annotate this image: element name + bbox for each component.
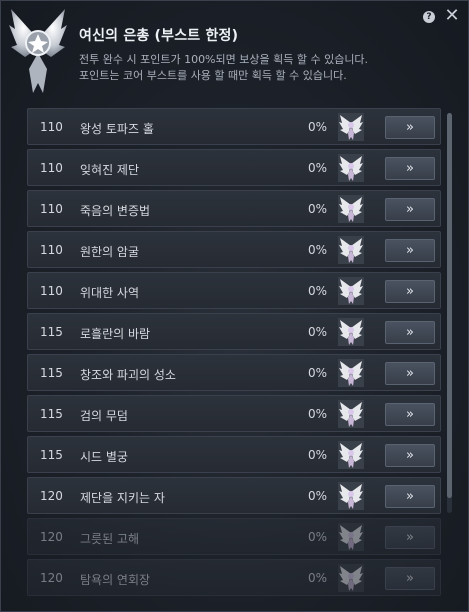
angel-wings-reward-icon: [338, 523, 364, 551]
dungeon-name: 검의 무덤: [80, 409, 128, 423]
dungeon-name: 죽음의 변증법: [80, 204, 151, 218]
angel-wings-reward-icon: [338, 400, 364, 428]
description-line-1: 전투 완수 시 포인트가 100%되면 보상을 획득 할 수 있습니다.: [79, 53, 369, 66]
angel-wings-reward-icon: [338, 154, 364, 182]
dungeon-row: 120 제단을 지키는 자 0% »: [27, 477, 441, 514]
dungeon-name: 제단을 지키는 자: [80, 491, 165, 505]
dungeon-row: 110 왕성 토파즈 홀 0% »: [27, 108, 441, 145]
go-button[interactable]: »: [385, 239, 435, 262]
progress-percent: 0%: [308, 489, 328, 503]
dungeon-row: 110 원한의 암굴 0% »: [27, 231, 441, 268]
close-icon[interactable]: ✕: [442, 6, 462, 26]
progress-percent: 0%: [308, 202, 328, 216]
progress-percent: 0%: [308, 120, 328, 134]
dungeon-level: 115: [40, 325, 63, 339]
angel-wings-reward-icon: [338, 277, 364, 305]
angel-wings-reward-icon: [338, 359, 364, 387]
dungeon-level: 120: [40, 489, 63, 503]
dungeon-level: 110: [40, 161, 63, 175]
angel-wings-reward-icon: [338, 564, 364, 592]
dungeon-name: 그릇된 고해: [80, 532, 140, 546]
dungeon-row: 110 죽음의 변증법 0% »: [27, 190, 441, 227]
window-header: 여신의 은총 (부스트 한정) 전투 완수 시 포인트가 100%되면 보상을 …: [1, 1, 468, 101]
dungeon-row: 115 시드 별궁 0% »: [27, 436, 441, 473]
window-title: 여신의 은총 (부스트 한정): [79, 28, 239, 44]
progress-percent: 0%: [308, 161, 328, 175]
dungeon-level: 115: [40, 407, 63, 421]
go-button[interactable]: »: [385, 362, 435, 385]
dungeon-row: 115 창조와 파괴의 성소 0% »: [27, 354, 441, 391]
dungeon-level: 120: [40, 530, 63, 544]
dungeon-row: 115 검의 무덤 0% »: [27, 395, 441, 432]
window-description: 전투 완수 시 포인트가 100%되면 보상을 획득 할 수 있습니다. 포인트…: [79, 52, 368, 84]
dungeon-row: 120 탐욕의 연회장 0% »: [27, 559, 441, 596]
dungeon-level: 110: [40, 284, 63, 298]
dungeon-row: 110 위대한 사역 0% »: [27, 272, 441, 309]
dungeon-level: 110: [40, 243, 63, 257]
dungeon-row: 110 잊혀진 제단 0% »: [27, 149, 441, 186]
goddess-grace-window: 여신의 은총 (부스트 한정) 전투 완수 시 포인트가 100%되면 보상을 …: [0, 0, 469, 612]
dungeon-name: 탐욕의 연회장: [80, 573, 151, 587]
angel-wings-reward-icon: [338, 195, 364, 223]
dungeon-row: 115 로흘란의 바람 0% »: [27, 313, 441, 350]
angel-wings-reward-icon: [338, 113, 364, 141]
scrollbar-thumb[interactable]: [447, 113, 452, 498]
dungeon-name: 창조와 파괴의 성소: [80, 368, 176, 382]
go-button: »: [385, 526, 435, 549]
go-button[interactable]: »: [385, 280, 435, 303]
dungeon-level: 115: [40, 366, 63, 380]
dungeon-list: 110 왕성 토파즈 홀 0% » 110 잊혀진 제단 0% » 110 죽음…: [27, 108, 442, 611]
dungeon-level: 120: [40, 571, 63, 585]
go-button: »: [385, 567, 435, 590]
dungeon-name: 로흘란의 바람: [80, 327, 151, 341]
angel-wings-reward-icon: [338, 441, 364, 469]
angel-wings-reward-icon: [338, 236, 364, 264]
angel-wings-reward-icon: [338, 482, 364, 510]
dungeon-level: 115: [40, 448, 63, 462]
dungeon-name: 시드 별궁: [80, 450, 128, 464]
description-line-2: 포인트는 코어 부스트를 사용 할 때만 획득 할 수 있습니다.: [79, 69, 347, 82]
help-icon[interactable]: ?: [423, 11, 435, 23]
go-button[interactable]: »: [385, 444, 435, 467]
dungeon-level: 110: [40, 202, 63, 216]
go-button[interactable]: »: [385, 116, 435, 139]
go-button[interactable]: »: [385, 157, 435, 180]
progress-percent: 0%: [308, 243, 328, 257]
dungeon-name: 왕성 토파즈 홀: [80, 122, 154, 136]
go-button[interactable]: »: [385, 198, 435, 221]
progress-percent: 0%: [308, 571, 328, 585]
dungeon-name: 잊혀진 제단: [80, 163, 140, 177]
progress-percent: 0%: [308, 284, 328, 298]
progress-percent: 0%: [308, 325, 328, 339]
go-button[interactable]: »: [385, 321, 435, 344]
progress-percent: 0%: [308, 530, 328, 544]
dungeon-row: 120 그릇된 고해 0% »: [27, 518, 441, 555]
dungeon-name: 원한의 암굴: [80, 245, 140, 259]
dungeon-name: 위대한 사역: [80, 286, 140, 300]
winged-goddess-emblem-icon: [9, 9, 67, 93]
dungeon-level: 110: [40, 120, 63, 134]
go-button[interactable]: »: [385, 403, 435, 426]
scrollbar[interactable]: [447, 113, 452, 513]
progress-percent: 0%: [308, 448, 328, 462]
progress-percent: 0%: [308, 366, 328, 380]
go-button[interactable]: »: [385, 485, 435, 508]
progress-percent: 0%: [308, 407, 328, 421]
angel-wings-reward-icon: [338, 318, 364, 346]
